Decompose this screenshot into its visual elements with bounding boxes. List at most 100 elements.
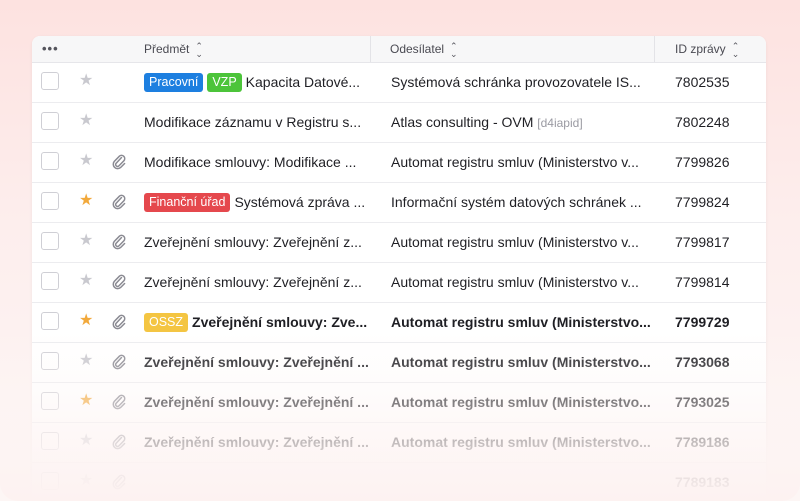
column-divider[interactable]: [654, 36, 655, 62]
message-subject[interactable]: Modifikace smlouvy: Modifikace ...: [144, 143, 374, 182]
sender-box-id: [d4iapid]: [537, 116, 583, 130]
row-checkbox[interactable]: [41, 312, 59, 330]
label-tag: VZP: [207, 73, 242, 92]
message-sender: Automat registru smluv (Ministerstvo v..…: [391, 143, 657, 182]
paperclip-icon: [112, 353, 126, 371]
message-subject-text: Systémová zpráva ...: [234, 194, 366, 210]
message-subject[interactable]: OSSZ Zveřejnění smlouvy: Zve...: [144, 303, 374, 342]
message-subject-text: Zveřejnění smlouvy: Zveřejnění ...: [144, 394, 369, 410]
star-icon[interactable]: ★: [79, 431, 93, 451]
label-tag: OSSZ: [144, 313, 189, 332]
star-icon[interactable]: ★: [79, 471, 93, 491]
star-icon[interactable]: ★: [79, 231, 93, 251]
message-sender: Informační systém datových schránek ...: [391, 183, 657, 222]
table-row[interactable]: ★ Modifikace záznamu v Registru s... Atlas…: [32, 103, 766, 143]
row-checkbox[interactable]: [41, 472, 59, 490]
message-sender-text: Automat registru smluv (Ministerstvo...: [391, 434, 651, 450]
table-row[interactable]: ★ 7789183: [32, 463, 766, 501]
column-header-message-id[interactable]: ID zprávy ⌃ ⌄: [675, 36, 739, 62]
row-checkbox[interactable]: [41, 152, 59, 170]
message-sender: Systémová schránka provozovatele IS...: [391, 63, 657, 102]
table-header: ••• Předmět ⌃ ⌄ Odesílatel ⌃ ⌄ ID zprávy ⌃ ⌄: [32, 36, 766, 63]
star-icon[interactable]: ★: [79, 311, 93, 331]
message-id: 7793025: [675, 394, 730, 410]
message-sender: Automat registru smluv (Ministerstvo...: [391, 303, 657, 342]
paperclip-icon: [112, 433, 126, 451]
message-id: 7799824: [675, 194, 730, 210]
table-row[interactable]: ★ Pracovní VZP Kapacita Datové... Systémová …: [32, 63, 766, 103]
table-row[interactable]: ★ Zveřejnění smlouvy: Zveřejnění ... Autom…: [32, 343, 766, 383]
message-id: 7802535: [675, 74, 730, 90]
message-subject[interactable]: Zveřejnění smlouvy: Zveřejnění z...: [144, 263, 374, 302]
table-row[interactable]: ★ Finanční úřad Systémová zpráva ... Inform…: [32, 183, 766, 223]
paperclip-icon: [112, 193, 126, 211]
table-row[interactable]: ★ OSSZ Zveřejnění smlouvy: Zve... Automat r…: [32, 303, 766, 343]
message-sender: Atlas consulting - OVM [d4iapid]: [391, 103, 657, 142]
column-header-subject[interactable]: Předmět ⌃ ⌄: [144, 36, 203, 62]
message-sender-text: Automat registru smluv (Ministerstvo v..…: [391, 234, 639, 250]
table-row[interactable]: ★ Zveřejnění smlouvy: Zveřejnění z... Auto…: [32, 223, 766, 263]
message-subject[interactable]: Zveřejnění smlouvy: Zveřejnění ...: [144, 343, 374, 382]
column-header-message-id-label: ID zprávy: [675, 42, 726, 56]
star-icon[interactable]: ★: [79, 351, 93, 371]
message-subject[interactable]: [144, 463, 374, 501]
sort-updown-icon[interactable]: ⌃ ⌄: [732, 41, 740, 58]
message-id: 7789183: [675, 474, 730, 490]
row-checkbox[interactable]: [41, 232, 59, 250]
message-sender: [391, 463, 657, 501]
message-sender: Automat registru smluv (Ministerstvo...: [391, 343, 657, 382]
message-id: 7799814: [675, 274, 730, 290]
message-sender-text: Automat registru smluv (Ministerstvo v..…: [391, 154, 639, 170]
star-icon[interactable]: ★: [79, 391, 93, 411]
paperclip-icon: [112, 313, 126, 331]
paperclip-icon: [112, 233, 126, 251]
row-checkbox[interactable]: [41, 352, 59, 370]
sort-updown-icon[interactable]: ⌃ ⌄: [450, 41, 458, 58]
table-row[interactable]: ★ Modifikace smlouvy: Modifikace ... Autom…: [32, 143, 766, 183]
message-sender: Automat registru smluv (Ministerstvo v..…: [391, 223, 657, 262]
message-sender-text: Informační systém datových schránek ...: [391, 194, 642, 210]
star-icon[interactable]: ★: [79, 151, 93, 171]
message-id: 7802248: [675, 114, 730, 130]
star-icon[interactable]: ★: [79, 71, 93, 91]
message-id: 7799826: [675, 154, 730, 170]
table-row[interactable]: ★ Zveřejnění smlouvy: Zveřejnění ... Autom…: [32, 383, 766, 423]
label-tag: Finanční úřad: [144, 193, 231, 212]
table-row[interactable]: ★ Zveřejnění smlouvy: Zveřejnění z... Auto…: [32, 263, 766, 303]
row-checkbox[interactable]: [41, 112, 59, 130]
paperclip-icon: [112, 153, 126, 171]
column-header-sender[interactable]: Odesílatel ⌃ ⌄: [390, 36, 458, 62]
message-sender: Automat registru smluv (Ministerstvo...: [391, 423, 657, 462]
row-checkbox[interactable]: [41, 72, 59, 90]
star-icon[interactable]: ★: [79, 191, 93, 211]
message-sender-text: Automat registru smluv (Ministerstvo...: [391, 354, 651, 370]
paperclip-icon: [112, 273, 126, 291]
message-id: 7799817: [675, 234, 730, 250]
column-divider[interactable]: [370, 36, 371, 62]
message-subject[interactable]: Zveřejnění smlouvy: Zveřejnění z...: [144, 223, 374, 262]
message-id: 7789186: [675, 434, 730, 450]
message-subject-text: Zveřejnění smlouvy: Zveřejnění ...: [144, 354, 369, 370]
message-subject-text: Modifikace záznamu v Registru s...: [144, 114, 362, 130]
row-checkbox[interactable]: [41, 192, 59, 210]
message-sender-text: Atlas consulting - OVM: [391, 114, 534, 130]
star-icon[interactable]: ★: [79, 271, 93, 291]
column-options-button[interactable]: •••: [42, 36, 59, 62]
sort-updown-icon[interactable]: ⌃ ⌄: [195, 41, 203, 58]
message-subject[interactable]: Zveřejnění smlouvy: Zveřejnění ...: [144, 423, 374, 462]
message-subject-text: Zveřejnění smlouvy: Zveřejnění z...: [144, 274, 362, 290]
message-subject[interactable]: Zveřejnění smlouvy: Zveřejnění ...: [144, 383, 374, 422]
row-checkbox[interactable]: [41, 432, 59, 450]
message-sender-text: Automat registru smluv (Ministerstvo...: [391, 314, 651, 330]
star-icon[interactable]: ★: [79, 111, 93, 131]
message-subject[interactable]: Modifikace záznamu v Registru s...: [144, 103, 374, 142]
row-checkbox[interactable]: [41, 272, 59, 290]
page-background: ••• Předmět ⌃ ⌄ Odesílatel ⌃ ⌄ ID zprávy ⌃ ⌄ ★…: [0, 0, 800, 501]
message-subject-text: Zveřejnění smlouvy: Zveřejnění ...: [144, 434, 369, 450]
message-subject[interactable]: Pracovní VZP Kapacita Datové...: [144, 63, 374, 102]
message-id: 7799729: [675, 314, 730, 330]
row-checkbox[interactable]: [41, 392, 59, 410]
message-sender-text: Systémová schránka provozovatele IS...: [391, 74, 641, 90]
table-row[interactable]: ★ Zveřejnění smlouvy: Zveřejnění ... Autom…: [32, 423, 766, 463]
message-subject[interactable]: Finanční úřad Systémová zpráva ...: [144, 183, 374, 222]
